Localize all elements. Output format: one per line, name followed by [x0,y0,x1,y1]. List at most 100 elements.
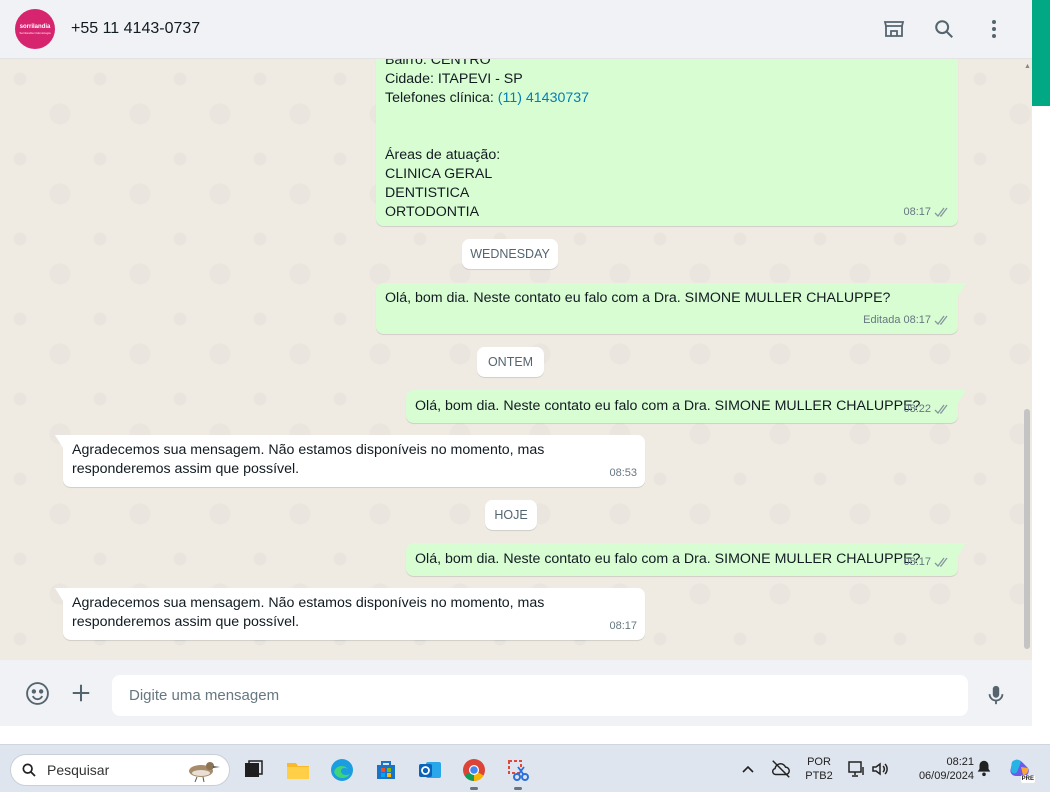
bird-illustration-icon [189,762,220,783]
outlook-button[interactable] [417,757,443,783]
date-chip-label: ONTEM [487,355,534,369]
clock-time: 08:21 [946,756,974,768]
task-view-icon [245,760,263,777]
read-ticks-icon [934,207,948,217]
snipping-tool-button[interactable] [505,757,531,783]
message-outgoing[interactable]: Olá, bom dia. Neste contato eu falo com … [406,543,966,576]
network-button[interactable] [847,759,867,779]
message-time: 08:17 [609,620,637,632]
bubble-tail [55,435,63,448]
message-time: 08:53 [609,467,637,479]
message-input[interactable] [112,675,968,716]
chrome-active-indicator [470,787,478,790]
input-language[interactable]: POR PTB2 [800,755,838,783]
search-icon [935,20,953,38]
menu-button[interactable] [982,17,1006,41]
message-line: responderemos assim que possível. [72,614,300,630]
catalog-button[interactable] [882,17,906,41]
onedrive-button[interactable] [770,758,792,780]
message-meta: Editada 08:17 [863,311,950,330]
message-outgoing[interactable]: Olá, bom dia. Neste contato eu falo com … [406,390,966,423]
message-incoming[interactable]: Agradecemos sua mensagem. Não estamos di… [55,435,645,487]
copilot-button[interactable]: PRE [1007,756,1035,783]
chat-scrollbar[interactable] [1024,409,1030,649]
snipping-active-indicator [514,787,522,790]
folder-icon [287,763,309,779]
store-button[interactable] [373,757,399,783]
area-item: CLINICA GERAL [385,166,493,182]
keyboard-layout: PTB2 [805,770,833,782]
show-hidden-icons-button[interactable] [738,759,758,779]
date-chip-wednesday: WEDNESDAY [462,239,558,269]
search-icon [22,763,36,777]
areas-title: Áreas de atuação: [385,147,501,163]
bell-icon [977,760,991,777]
plus-icon [72,684,90,702]
emoji-button[interactable] [24,680,50,706]
rail-accent [1032,0,1050,106]
edge-icon [331,759,353,781]
microphone-icon [988,685,1004,705]
area-item: ORTODONTIA [385,204,480,220]
date-chip-label: HOJE [494,508,528,522]
message-meta: 08:17 [609,617,637,636]
message-line: Cidade: ITAPEVI - SP [385,71,523,87]
language-code: POR [807,756,831,768]
voice-button[interactable] [983,682,1009,708]
file-explorer-button[interactable] [285,757,311,783]
contact-avatar[interactable]: sorrilandia Sorrilandia Odontologia [15,9,55,49]
outlook-icon [419,762,441,778]
message-time: 08:17 [903,206,931,218]
chevron-up-icon [742,765,754,773]
window-bottom-strip [0,726,1050,744]
phone-label: Telefones clínica: [385,90,498,106]
message-text: Olá, bom dia. Neste contato eu falo com … [385,290,891,306]
windows-taskbar: Pesquisar POR PTB2 08:21 06/09/2024 PRE [0,744,1050,792]
message-line: responderemos assim que possível. [72,461,300,477]
date-chip-label: WEDNESDAY [470,247,550,261]
message-line: Telefones clínica: (11) 41430737 [385,89,949,108]
contact-name[interactable]: +55 11 4143-0737 [71,20,200,38]
message-time: 08:17 [903,556,931,568]
message-meta: 08:53 [609,464,637,483]
clock[interactable]: 08:21 06/09/2024 [900,755,974,783]
taskbar-search[interactable]: Pesquisar [10,754,230,786]
scroll-up-icon[interactable]: ▲ [1024,63,1031,71]
chrome-button[interactable] [461,757,487,783]
edge-button[interactable] [329,757,355,783]
message-time: 08:22 [903,403,931,415]
chat-area[interactable]: ▲ Bairro: CENTRO Cidade: ITAPEVI - SP Te… [0,59,1032,660]
taskbar-search-placeholder: Pesquisar [47,762,110,778]
message-text: Olá, bom dia. Neste contato eu falo com … [415,551,921,567]
read-ticks-icon [934,404,948,414]
message-incoming[interactable]: Agradecemos sua mensagem. Não estamos di… [55,588,645,640]
task-view-button[interactable] [240,757,266,783]
window-scroll-rail [1032,0,1050,744]
notifications-button[interactable] [975,759,995,779]
cloud-offline-icon [772,760,790,778]
phone-link[interactable]: (11) 41430737 [498,90,589,106]
microsoft-store-icon [377,761,395,779]
message-outgoing-clinic-info[interactable]: Bairro: CENTRO Cidade: ITAPEVI - SP Tele… [376,59,958,226]
attach-button[interactable] [68,680,94,706]
avatar-logo-text: sorrilandia [19,23,51,30]
message-outgoing[interactable]: Olá, bom dia. Neste contato eu falo com … [376,283,966,334]
clock-date: 06/09/2024 [918,770,974,782]
emoji-icon [25,681,49,705]
message-time: 08:17 [903,314,931,326]
read-ticks-icon [934,315,948,325]
message-text: Olá, bom dia. Neste contato eu falo com … [415,398,921,414]
message-line: Bairro: CENTRO [385,59,491,68]
network-icon [848,761,864,777]
search-button[interactable] [932,17,956,41]
snipping-tool-icon [508,760,529,781]
edited-label: Editada [863,314,901,326]
bubble-tail [958,390,966,403]
volume-button[interactable] [870,759,890,779]
date-chip-yesterday: ONTEM [477,347,544,377]
chrome-icon [463,759,485,781]
avatar-logo-subtext: Sorrilandia Odontologia [19,30,51,35]
message-line: Agradecemos sua mensagem. Não estamos di… [72,595,545,611]
speaker-icon [872,762,888,776]
store-icon [883,21,905,37]
